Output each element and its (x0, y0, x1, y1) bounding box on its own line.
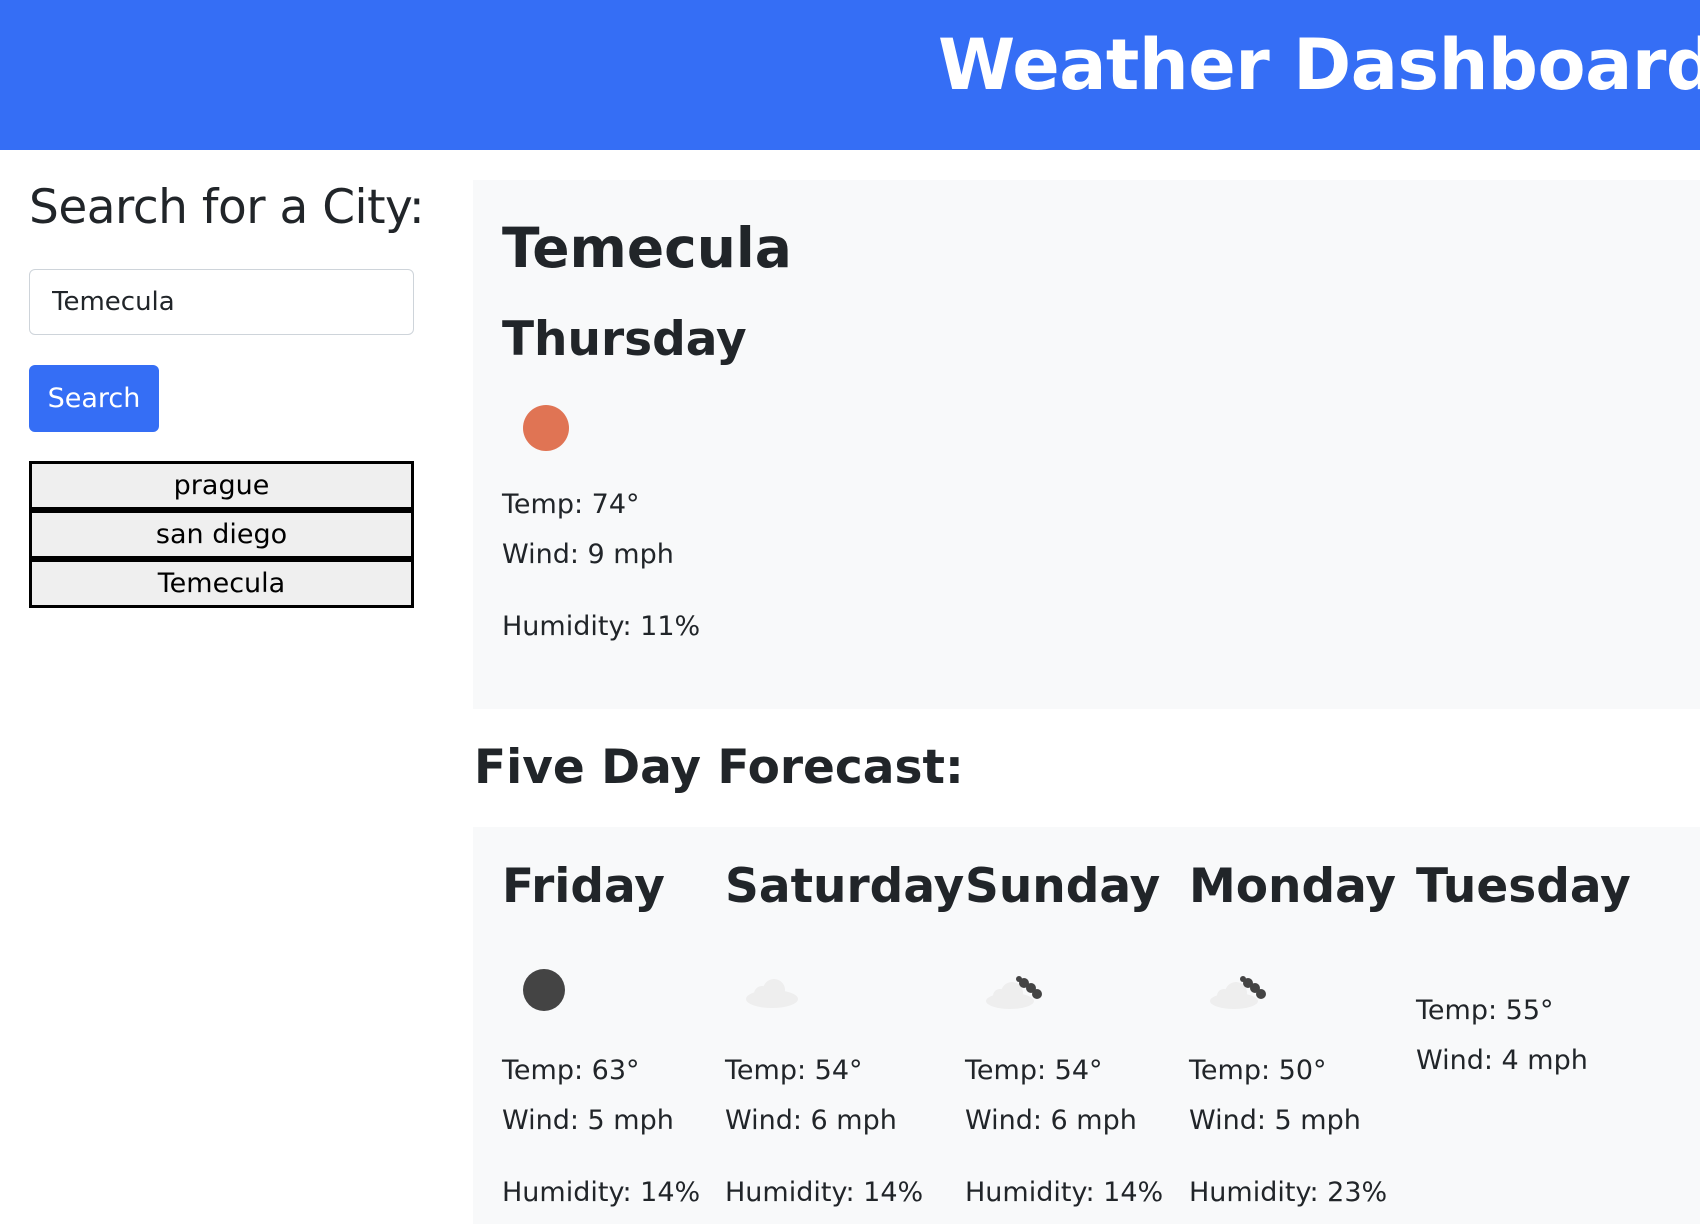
cloud-icon (744, 967, 800, 1013)
partly-cloudy-icon (984, 967, 1042, 1013)
forecast-day-name: Friday (502, 859, 665, 914)
forecast-day-card: Sunday Temp: 54° Wind: 6 mph Humidity: 1… (936, 827, 1176, 1224)
forecast-temp: Temp: 63° (502, 1055, 640, 1086)
sun-icon (523, 405, 569, 451)
forecast-day-card: Tuesday Temp: 55° Wind: 4 mph (1387, 827, 1700, 1224)
forecast-wind: Wind: 5 mph (502, 1105, 674, 1136)
moon-icon (521, 967, 577, 1013)
search-heading: Search for a City: (29, 180, 425, 235)
search-button[interactable]: Search (29, 365, 159, 432)
forecast-temp: Temp: 54° (725, 1055, 863, 1086)
current-humidity: Humidity: 11% (502, 611, 701, 642)
current-wind: Wind: 9 mph (502, 539, 674, 570)
forecast-day-name: Tuesday (1416, 859, 1631, 914)
history-item-san-diego[interactable]: san diego (29, 510, 414, 559)
app-title: Weather Dashboard (938, 24, 1700, 106)
forecast-wind: Wind: 6 mph (725, 1105, 897, 1136)
forecast-day-name: Saturday (725, 859, 965, 914)
app-header: Weather Dashboard (0, 0, 1700, 150)
forecast-temp: Temp: 55° (1416, 995, 1554, 1026)
forecast-day-card: Friday Temp: 63° Wind: 5 mph Humidity: 1… (473, 827, 703, 1224)
forecast-humidity: Humidity: 14% (725, 1177, 924, 1208)
forecast-humidity: Humidity: 14% (965, 1177, 1164, 1208)
forecast-wind: Wind: 4 mph (1416, 1045, 1588, 1076)
city-search-input[interactable] (29, 269, 414, 335)
forecast-humidity: Humidity: 23% (1189, 1177, 1388, 1208)
current-temp: Temp: 74° (502, 489, 640, 520)
forecast-wind: Wind: 6 mph (965, 1105, 1137, 1136)
forecast-humidity: Humidity: 14% (502, 1177, 701, 1208)
history-item-temecula[interactable]: Temecula (29, 559, 414, 608)
search-history: prague san diego Temecula (29, 461, 414, 608)
current-weather-panel: Temecula Thursday Temp: 74° Wind: 9 mph … (473, 180, 1700, 709)
forecast-temp: Temp: 50° (1189, 1055, 1327, 1086)
current-city-name: Temecula (502, 216, 792, 280)
forecast-day-card: Monday Temp: 50° Wind: 5 mph Humidity: 2… (1160, 827, 1400, 1224)
forecast-temp: Temp: 54° (965, 1055, 1103, 1086)
forecast-day-card: Saturday Temp: 54° Wind: 6 mph Humidity:… (696, 827, 964, 1224)
partly-cloudy-icon (1208, 967, 1266, 1013)
current-day-name: Thursday (502, 312, 747, 367)
forecast-panel: Friday Temp: 63° Wind: 5 mph Humidity: 1… (473, 827, 1700, 1224)
history-item-prague[interactable]: prague (29, 461, 414, 510)
forecast-heading: Five Day Forecast: (474, 740, 964, 795)
forecast-day-name: Sunday (965, 859, 1161, 914)
forecast-wind: Wind: 5 mph (1189, 1105, 1361, 1136)
forecast-day-name: Monday (1189, 859, 1397, 914)
